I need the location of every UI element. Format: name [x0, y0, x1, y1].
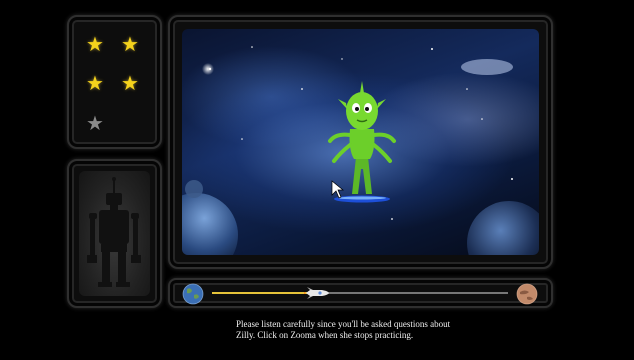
star-icon: ★	[121, 32, 139, 56]
star-icon: ★	[86, 111, 104, 135]
progress-panel	[168, 278, 553, 308]
instructions-text: Please listen carefully since you'll be …	[236, 319, 536, 341]
star-icon: ★	[121, 71, 139, 95]
star-icon: ★	[86, 71, 104, 95]
instructions-line-2: Zilly. Click on Zooma when she stops pra…	[236, 330, 414, 340]
rocket-icon	[303, 287, 329, 299]
robot-icon	[87, 177, 141, 287]
space-scene	[182, 29, 539, 255]
mars-icon	[516, 283, 538, 305]
distant-nebula-streak	[461, 59, 513, 75]
planet-left	[182, 193, 238, 255]
planet-right	[467, 201, 539, 255]
earth-icon	[182, 283, 204, 305]
stars-panel: ★ ★ ★ ★ ★	[67, 15, 162, 149]
bright-star	[202, 63, 214, 75]
progress-track	[212, 292, 508, 294]
robot-silhouette-area	[79, 171, 150, 296]
mouse-cursor-icon	[331, 180, 344, 199]
robot-panel	[67, 159, 162, 308]
progress-fill	[212, 292, 310, 294]
star-icon: ★	[86, 32, 104, 56]
alien-character[interactable]	[328, 81, 396, 203]
instructions-line-1: Please listen carefully since you'll be …	[236, 319, 451, 329]
space-background-art	[182, 46, 539, 255]
small-moon	[185, 180, 203, 198]
scene-panel	[168, 15, 553, 269]
